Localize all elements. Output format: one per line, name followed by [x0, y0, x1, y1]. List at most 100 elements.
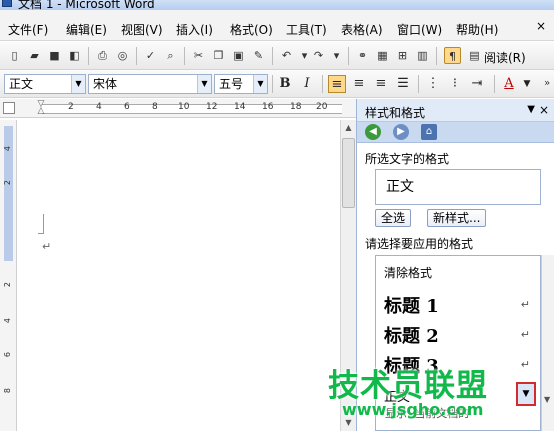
read-mode-icon[interactable]: ▤ — [466, 47, 483, 64]
standard-toolbar: ▯ ▰ ■ ◧ ⎙ ◎ ✓ ⌕ ✂ ❐ ▣ ✎ ↶ ▾ ↷ ▾ ⚭ ▦ ⊞ ▥ … — [0, 42, 554, 70]
font-dropdown[interactable]: 宋体 ▼ — [88, 74, 212, 94]
vruler-tick-label: 2 — [3, 282, 12, 288]
task-pane-nav: ◀ ▶ ⌂ — [357, 122, 554, 143]
scrollbar-thumb[interactable] — [342, 138, 355, 208]
bold-button[interactable]: B — [276, 75, 294, 93]
bullets-icon[interactable]: ⁝ — [446, 75, 464, 93]
ruler-tick-label: 12 — [206, 102, 218, 112]
paragraph-mark: ↵ — [42, 240, 52, 253]
styles-pane-icon[interactable]: ¶ — [444, 47, 461, 64]
vertical-ruler[interactable]: 4 2 2 4 6 8 — [0, 120, 17, 431]
permission-icon[interactable]: ◧ — [66, 47, 83, 64]
site-watermark: 技术员联盟 www.jsgho.com — [328, 360, 518, 424]
scroll-down-icon[interactable]: ▼ — [544, 395, 550, 404]
menu-format[interactable]: 格式(O) — [230, 21, 273, 38]
toolbar-separator — [418, 75, 419, 93]
font-color-dropdown-icon[interactable]: ▼ — [518, 75, 536, 93]
toolbar-separator — [436, 47, 437, 65]
open-folder-icon[interactable]: ▰ — [26, 47, 43, 64]
return-mark-icon: ↵ — [520, 358, 530, 371]
menu-edit[interactable]: 编辑(E) — [66, 21, 107, 38]
style-dropdown-value: 正文 — [9, 77, 34, 91]
menu-help[interactable]: 帮助(H) — [456, 21, 498, 38]
return-mark-icon: ↵ — [520, 328, 530, 341]
formatting-toolbar: 正文 ▼ 宋体 ▼ 五号 ▼ B I ≡ ≡ ≡ ☰ ⋮ ⁝ ⇥ A ▼ » — [0, 70, 554, 98]
return-mark-icon: ↵ — [520, 298, 530, 311]
menu-file[interactable]: 文件(F) — [8, 21, 48, 38]
current-format-box: 正文 — [375, 169, 541, 205]
research-icon[interactable]: ⌕ — [162, 47, 179, 64]
title-bar: 文档 1 - Microsoft Word — [0, 0, 554, 10]
print-preview-icon[interactable]: ◎ — [114, 47, 131, 64]
task-pane-header: 样式和格式 ▼ × — [357, 99, 554, 122]
font-size-dropdown[interactable]: 五号 ▼ — [214, 74, 268, 94]
margin-corner-marker — [38, 214, 44, 234]
align-left-icon[interactable]: ≡ — [328, 75, 346, 93]
new-document-icon[interactable]: ▯ — [6, 47, 23, 64]
scroll-up-icon[interactable]: ▲ — [343, 122, 354, 134]
font-size-value: 五号 — [219, 77, 244, 91]
justify-icon[interactable]: ☰ — [394, 75, 412, 93]
horizontal-ruler[interactable]: 2 4 6 8 10 12 14 16 18 20 ▽ △ — [0, 99, 356, 118]
indent-marker-icon[interactable]: ▽ △ — [36, 100, 46, 116]
columns-icon[interactable]: ▥ — [414, 47, 431, 64]
select-all-button[interactable]: 全选 — [375, 209, 412, 227]
format-painter-icon[interactable]: ✎ — [250, 47, 267, 64]
style-dropdown[interactable]: 正文 ▼ — [4, 74, 86, 94]
task-pane-menu-icon[interactable]: ▼ — [527, 104, 535, 115]
copy-icon[interactable]: ❐ — [210, 47, 227, 64]
selected-format-label: 所选文字的格式 — [365, 152, 450, 166]
toolbar-separator — [494, 75, 495, 93]
redo-dropdown-icon[interactable]: ▾ — [328, 47, 345, 64]
watermark-url: www.jsgho.com — [342, 400, 484, 419]
toolbar-separator — [272, 75, 273, 93]
align-right-icon[interactable]: ≡ — [372, 75, 390, 93]
menu-tools[interactable]: 工具(T) — [286, 21, 327, 38]
cut-icon[interactable]: ✂ — [190, 47, 207, 64]
style-item-clear[interactable]: 清除格式 — [384, 264, 432, 281]
toolbar-separator — [136, 47, 137, 65]
close-icon[interactable]: × — [539, 103, 549, 117]
vruler-tick-label: 4 — [3, 146, 12, 152]
style-dropdown-button[interactable]: ▼ — [516, 382, 536, 406]
indent-icon[interactable]: ⇥ — [468, 75, 486, 93]
redo-icon[interactable]: ↷ — [310, 47, 327, 64]
tables-borders-icon[interactable]: ▦ — [374, 47, 391, 64]
hyperlink-icon[interactable]: ⚭ — [354, 47, 371, 64]
insert-table-icon[interactable]: ⊞ — [394, 47, 411, 64]
menu-window[interactable]: 窗口(W) — [397, 21, 442, 38]
print-icon[interactable]: ⎙ — [94, 47, 111, 64]
menu-table[interactable]: 表格(A) — [341, 21, 383, 38]
ruler-tick-label: 4 — [96, 102, 102, 112]
ruler-tick-label: 18 — [290, 102, 302, 112]
style-item-heading-2[interactable]: 标题 2 — [384, 322, 439, 348]
align-center-icon[interactable]: ≡ — [350, 75, 368, 93]
paste-icon[interactable]: ▣ — [230, 47, 247, 64]
font-color-button[interactable]: A — [500, 75, 518, 93]
menu-view[interactable]: 视图(V) — [121, 21, 163, 38]
vruler-tick-label: 6 — [3, 352, 12, 358]
undo-icon[interactable]: ↶ — [278, 47, 295, 64]
italic-button[interactable]: I — [298, 75, 316, 93]
ruler-tick-label: 10 — [178, 102, 190, 112]
style-item-heading-1[interactable]: 标题 1 — [384, 292, 439, 318]
spelling-icon[interactable]: ✓ — [142, 47, 159, 64]
forward-icon[interactable]: ▶ — [393, 124, 409, 140]
window-title: 文档 1 - Microsoft Word — [18, 0, 155, 10]
toolbar-options-icon[interactable]: » — [538, 75, 554, 93]
font-dropdown-value: 宋体 — [93, 77, 118, 91]
back-icon[interactable]: ◀ — [365, 124, 381, 140]
read-mode-label[interactable]: 阅读(R) — [484, 49, 526, 66]
new-style-button[interactable]: 新样式... — [427, 209, 487, 227]
close-document-icon[interactable]: × — [536, 20, 548, 32]
task-pane-scrollbar[interactable]: ▼ — [541, 255, 554, 431]
save-icon[interactable]: ■ — [46, 47, 63, 64]
menu-insert[interactable]: 插入(I) — [176, 21, 213, 38]
task-pane-title: 样式和格式 — [365, 106, 426, 120]
document-page[interactable]: ↵ — [18, 120, 340, 431]
ruler-tick-label: 14 — [234, 102, 246, 112]
home-icon[interactable]: ⌂ — [421, 124, 437, 140]
numbering-icon[interactable]: ⋮ — [424, 75, 442, 93]
ruler-track: 2 4 6 8 10 12 14 16 18 20 — [42, 102, 342, 114]
tab-selector-icon[interactable] — [3, 102, 15, 114]
